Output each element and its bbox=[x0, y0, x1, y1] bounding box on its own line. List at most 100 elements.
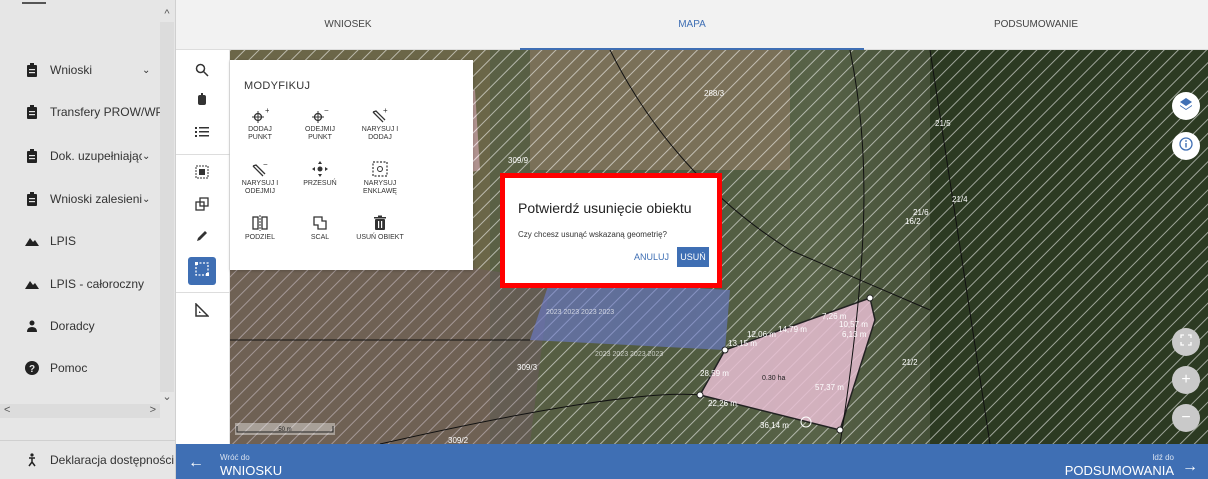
draw-and-subtract-tool[interactable]: − NARYSUJ I ODEJMIJ bbox=[230, 158, 290, 196]
arrow-right-icon[interactable]: → bbox=[1182, 458, 1198, 476]
sidebar-item-wnioski-zalesieniowe[interactable]: Wnioski zalesieniowe ⌄ bbox=[0, 179, 160, 219]
search-icon bbox=[195, 63, 209, 82]
arrow-left-icon[interactable]: ← bbox=[188, 454, 204, 472]
list-tool-button[interactable] bbox=[188, 120, 216, 148]
sidebar-horizontal-scrollbar[interactable]: < > bbox=[0, 404, 160, 418]
info-button[interactable] bbox=[1172, 132, 1200, 160]
scissors-tool-button[interactable] bbox=[188, 88, 216, 116]
draw-add-icon: + bbox=[350, 104, 410, 126]
tool-label: NARYSUJ I bbox=[361, 126, 399, 133]
measurement-label: 36,14 m bbox=[760, 421, 789, 430]
tool-label: PUNKT bbox=[308, 134, 332, 141]
accessibility-declaration-link[interactable]: Deklaracja dostępności bbox=[0, 440, 176, 479]
sidebar-item-label: Wnioski bbox=[50, 63, 93, 77]
sidebar-item-lpis-caloroczny[interactable]: LPIS - całoroczny bbox=[0, 264, 160, 304]
clipboard-icon bbox=[22, 192, 42, 206]
parcel-label: 21/2 bbox=[902, 358, 918, 367]
sidebar-scrollbar[interactable] bbox=[160, 22, 174, 392]
scissors-icon bbox=[196, 92, 208, 112]
copy-tool-button[interactable] bbox=[188, 192, 216, 220]
sidebar-scroll-down-icon[interactable]: ⌄ bbox=[160, 390, 174, 404]
minus-icon: − bbox=[1181, 409, 1191, 426]
ruler-icon bbox=[195, 301, 210, 322]
layers-button[interactable] bbox=[1172, 92, 1200, 120]
scroll-right-icon[interactable]: > bbox=[150, 404, 156, 416]
scale-bar: 50 m bbox=[235, 423, 335, 435]
chevron-down-icon: ⌄ bbox=[142, 193, 151, 205]
scroll-left-icon[interactable]: < bbox=[4, 404, 10, 416]
remove-point-tool[interactable]: − ODEJMIJ PUNKT bbox=[290, 104, 350, 142]
tab-mapa[interactable]: MAPA bbox=[520, 0, 864, 50]
add-point-tool[interactable]: + DODAJ PUNKT bbox=[230, 104, 290, 142]
sidebar-item-pomoc[interactable]: ? Pomoc bbox=[0, 348, 160, 388]
merge-icon bbox=[290, 212, 350, 234]
merge-tool[interactable]: SCAL bbox=[290, 212, 350, 242]
parcel-label: 21/6 bbox=[913, 208, 929, 217]
draw-tool-button[interactable] bbox=[188, 224, 216, 252]
dialog-message: Czy chcesz usunąć wskazaną geometrię? bbox=[518, 230, 667, 239]
back-button[interactable]: WNIOSKU bbox=[220, 463, 282, 478]
sidebar-item-wnioski[interactable]: Wnioski ⌄ bbox=[0, 50, 160, 90]
sidebar-item-dok-uzupelniajace[interactable]: Dok. uzupełniające ⌄ bbox=[0, 136, 160, 176]
measurement-label: 6,13 m bbox=[842, 330, 867, 339]
zoom-in-button[interactable]: + bbox=[1172, 366, 1200, 394]
select-area-tool-button[interactable] bbox=[188, 160, 216, 188]
plus-icon: + bbox=[1181, 371, 1191, 388]
split-tool[interactable]: PODZIEL bbox=[230, 212, 290, 242]
sidebar-item-label: LPIS - całoroczny bbox=[50, 277, 145, 291]
tab-podsumowanie[interactable]: PODSUMOWANIE bbox=[864, 0, 1208, 49]
person-icon bbox=[22, 320, 42, 332]
tool-label: DODAJ bbox=[248, 126, 272, 133]
measure-tool-button[interactable] bbox=[188, 298, 216, 326]
list-icon bbox=[195, 125, 209, 143]
measurement-label: 28,59 m bbox=[700, 369, 729, 378]
sidebar: ^ ⌄ Wnioski ⌄ Transfery PROW/WPR Dok. uz… bbox=[0, 0, 176, 479]
layers-icon bbox=[1179, 97, 1193, 116]
sidebar-scroll-up-icon[interactable]: ^ bbox=[160, 8, 174, 22]
enclave-icon bbox=[350, 158, 410, 180]
chevron-down-icon: ⌄ bbox=[142, 150, 151, 162]
sidebar-item-transfery[interactable]: Transfery PROW/WPR bbox=[0, 92, 160, 132]
draw-and-add-tool[interactable]: + NARYSUJ I DODAJ bbox=[350, 104, 410, 142]
sidebar-top-divider bbox=[22, 2, 46, 4]
draw-enclave-tool[interactable]: NARYSUJ ENKLAWĘ bbox=[350, 158, 410, 196]
sidebar-item-label: Wnioski zalesieniowe bbox=[50, 192, 142, 206]
area-label: 0.30 ha bbox=[762, 375, 785, 382]
svg-text:+: + bbox=[265, 106, 269, 115]
measurement-label: 57,37 m bbox=[815, 383, 844, 392]
measurement-label: 12,06 m bbox=[747, 330, 776, 339]
chevron-down-icon: ⌄ bbox=[142, 64, 151, 76]
sidebar-item-lpis[interactable]: LPIS bbox=[0, 221, 160, 261]
next-button[interactable]: PODSUMOWANIA bbox=[1065, 463, 1174, 478]
tool-label: NARYSUJ I bbox=[241, 180, 279, 187]
select-area-icon bbox=[195, 165, 209, 184]
next-caption[interactable]: Idź do bbox=[1152, 453, 1174, 462]
pencil-icon bbox=[195, 229, 209, 248]
cancel-button[interactable]: ANULUJ bbox=[634, 252, 669, 262]
move-tool[interactable]: PRZESUŃ bbox=[290, 158, 350, 188]
tool-label: ODEJMIJ bbox=[245, 188, 275, 195]
back-caption[interactable]: Wróć do bbox=[220, 453, 250, 462]
modify-panel: MODYFIKUJ + DODAJ PUNKT − ODEJMIJ PUNKT … bbox=[230, 60, 473, 270]
fullscreen-button[interactable] bbox=[1172, 328, 1200, 356]
mountain-icon bbox=[22, 236, 42, 246]
year-overlay: 2023 2023 2023 2023 bbox=[546, 309, 614, 316]
tool-label: DODAJ bbox=[368, 134, 392, 141]
svg-text:+: + bbox=[383, 106, 388, 115]
confirm-delete-button[interactable]: USUŃ bbox=[677, 247, 709, 267]
sidebar-item-doradcy[interactable]: Doradcy bbox=[0, 306, 160, 346]
remove-point-icon: − bbox=[290, 104, 350, 126]
sidebar-item-label: LPIS bbox=[50, 234, 77, 248]
delete-object-tool[interactable]: USUŃ OBIEKT bbox=[350, 212, 410, 242]
measurement-label: 10,57 m bbox=[839, 320, 868, 329]
search-tool-button[interactable] bbox=[188, 58, 216, 86]
tool-label: NARYSUJ bbox=[363, 180, 397, 187]
tab-wniosek[interactable]: WNIOSEK bbox=[176, 0, 520, 49]
parcel-label: 309/9 bbox=[508, 156, 529, 165]
tool-label: ODEJMIJ bbox=[305, 126, 335, 133]
fullscreen-icon bbox=[1180, 333, 1192, 351]
modify-tool-button[interactable] bbox=[188, 257, 216, 285]
sidebar-item-label: Doradcy bbox=[50, 319, 95, 333]
zoom-out-button[interactable]: − bbox=[1172, 404, 1200, 432]
parcel-label: 16/2 bbox=[905, 217, 921, 226]
